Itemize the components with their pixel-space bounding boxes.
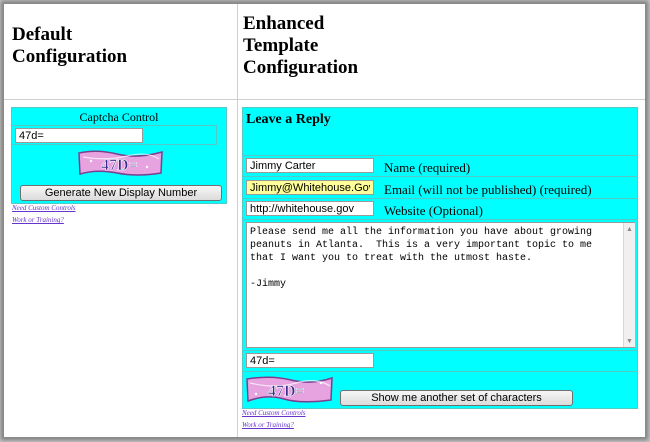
heading-line: Enhanced bbox=[243, 13, 325, 34]
row-line bbox=[243, 219, 637, 220]
email-label: Email (will not be published) (required) bbox=[384, 182, 592, 197]
column-divider bbox=[237, 4, 238, 437]
website-field[interactable] bbox=[246, 201, 374, 216]
reply-captcha-image: 47D= bbox=[246, 374, 333, 405]
reply-title: Leave a Reply bbox=[246, 112, 331, 127]
reply-custom-controls-link[interactable]: Need Custom Controls bbox=[242, 409, 306, 417]
captcha-control-title: Captcha Control bbox=[79, 110, 159, 124]
reply-captcha-image-text: 47D= bbox=[268, 383, 305, 400]
heading-line: Default bbox=[12, 24, 73, 45]
page-frame: Default Configuration Enhanced Template … bbox=[3, 3, 646, 438]
reply-captcha-input[interactable] bbox=[246, 353, 374, 368]
heading-line: Configuration bbox=[243, 57, 359, 78]
custom-controls-link[interactable]: Need Custom Controls bbox=[12, 204, 76, 212]
generate-new-number-button[interactable]: Generate New Display Number bbox=[20, 185, 222, 201]
row-line bbox=[243, 350, 637, 351]
name-label: Name (required) bbox=[384, 160, 471, 175]
captcha-input[interactable] bbox=[15, 128, 143, 143]
row-line bbox=[243, 371, 637, 372]
heading-line: Configuration bbox=[12, 46, 128, 67]
leave-reply-panel: Leave a Reply Name (required) Email (wil… bbox=[242, 107, 638, 409]
message-scrollbar[interactable]: ▲ ▼ bbox=[623, 223, 635, 347]
row-line bbox=[243, 176, 637, 177]
scroll-up-icon[interactable]: ▲ bbox=[626, 225, 633, 233]
captcha-image-text: 47D= bbox=[101, 157, 138, 174]
row-line bbox=[243, 198, 637, 199]
show-another-characters-button[interactable]: Show me another set of characters bbox=[340, 390, 573, 406]
scroll-down-icon[interactable]: ▼ bbox=[626, 337, 633, 345]
message-textarea[interactable]: Please send me all the information you h… bbox=[246, 222, 635, 348]
website-label: Website (Optional) bbox=[384, 203, 483, 218]
enhanced-config-heading: Enhanced Template Configuration bbox=[243, 13, 358, 79]
heading-line: Template bbox=[243, 35, 319, 56]
name-field[interactable] bbox=[246, 158, 374, 173]
work-training-link[interactable]: Work or Training? bbox=[12, 216, 64, 224]
captcha-image: 47D= bbox=[77, 147, 164, 179]
captcha-control-panel: Captcha Control 47D= Generate New Displa… bbox=[11, 107, 227, 204]
row-line bbox=[243, 155, 637, 156]
row-divider bbox=[4, 99, 645, 100]
reply-work-training-link[interactable]: Work or Training? bbox=[242, 421, 294, 429]
default-config-heading: Default Configuration bbox=[12, 24, 127, 68]
email-field[interactable] bbox=[246, 180, 374, 195]
